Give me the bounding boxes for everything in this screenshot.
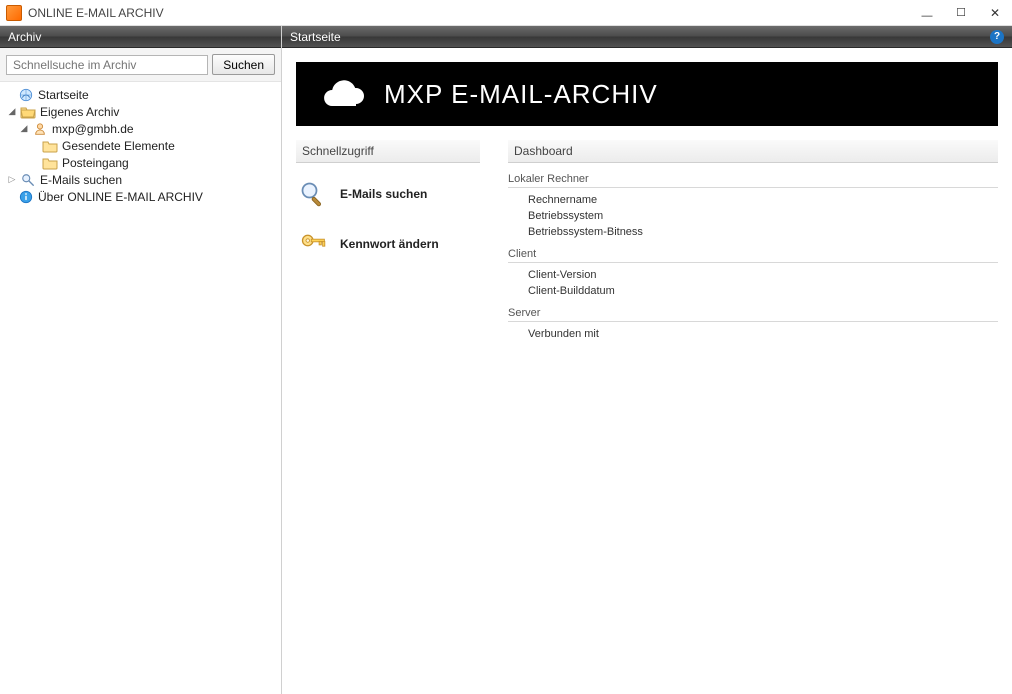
tree-item-search-mails[interactable]: ▷ E-Mails suchen (4, 171, 277, 188)
tree-label: mxp@gmbh.de (52, 122, 134, 136)
tree-label: Posteingang (62, 156, 129, 170)
tree-item-own-archive[interactable]: ◢ Eigenes Archiv (4, 103, 277, 120)
quick-access-heading: Schnellzugriff (296, 140, 480, 163)
dashboard-row-client-version: Client-Version (508, 267, 998, 283)
window-maximize-button[interactable] (944, 0, 978, 26)
tree-label: Gesendete Elemente (62, 139, 175, 153)
sidebar-header: Archiv (0, 26, 281, 48)
window-title: ONLINE E-MAIL ARCHIV (28, 6, 164, 20)
tree-item-account[interactable]: ◢ mxp@gmbh.de (4, 120, 277, 137)
dashboard-row-connected-with: Verbunden mit (508, 326, 998, 342)
expander-icon[interactable]: ▷ (6, 174, 18, 186)
key-icon (298, 229, 328, 259)
sidebar: Archiv Suchen Startseite ◢ (0, 26, 282, 694)
folder-open-icon (20, 104, 36, 120)
folder-icon (42, 155, 58, 171)
tree-item-start[interactable]: Startseite (4, 86, 277, 103)
dashboard-row-computer-name: Rechnername (508, 192, 998, 208)
dashboard-group-title: Lokaler Rechner (508, 171, 998, 188)
tree-label: E-Mails suchen (40, 173, 122, 187)
dashboard-group-server: Server Verbunden mit (508, 305, 998, 342)
app-icon (6, 5, 22, 21)
dashboard-row-client-build-date: Client-Builddatum (508, 283, 998, 299)
quick-access-panel: Schnellzugriff E-Mails suchen (296, 140, 480, 348)
product-banner: MXP E-MAIL-ARCHIV (296, 62, 998, 126)
main-heading: Startseite (290, 26, 341, 48)
folder-icon (42, 138, 58, 154)
dashboard-heading: Dashboard (508, 140, 998, 163)
window-controls (910, 0, 1012, 26)
archive-search-button[interactable]: Suchen (212, 54, 275, 75)
dashboard-panel: Dashboard Lokaler Rechner Rechnername Be… (508, 140, 998, 348)
dashboard-row-os-bitness: Betriebssystem-Bitness (508, 224, 998, 240)
quick-item-label: E-Mails suchen (340, 187, 427, 201)
dashboard-group-client: Client Client-Version Client-Builddatum (508, 246, 998, 299)
dashboard-group-local: Lokaler Rechner Rechnername Betriebssyst… (508, 171, 998, 240)
window-close-button[interactable] (978, 0, 1012, 26)
archive-search-input[interactable] (6, 55, 208, 75)
window-titlebar: ONLINE E-MAIL ARCHIV (0, 0, 1012, 26)
quick-item-label: Kennwort ändern (340, 237, 439, 251)
sidebar-search-row: Suchen (0, 48, 281, 82)
expander-icon[interactable]: ◢ (6, 106, 18, 118)
banner-title: MXP E-MAIL-ARCHIV (384, 79, 658, 110)
cloud-icon (320, 78, 366, 110)
main-header: Startseite ? (282, 26, 1012, 48)
sidebar-heading: Archiv (8, 26, 41, 48)
main-pane: Startseite ? MXP E-MAIL-ARCHIV Schnellzu… (282, 26, 1012, 694)
tree-label: Über ONLINE E-MAIL ARCHIV (38, 190, 203, 204)
dashboard-row-os: Betriebssystem (508, 208, 998, 224)
user-icon (32, 121, 48, 137)
expander-icon[interactable]: ◢ (18, 123, 30, 135)
tree-label: Eigenes Archiv (40, 105, 119, 119)
tree-item-sent[interactable]: Gesendete Elemente (4, 137, 277, 154)
tree-label: Startseite (38, 88, 89, 102)
tree-item-inbox[interactable]: Posteingang (4, 154, 277, 171)
magnifier-icon (298, 179, 328, 209)
info-icon (18, 189, 34, 205)
sidebar-tree: Startseite ◢ Eigenes Archiv ◢ (0, 82, 281, 209)
dashboard-group-title: Client (508, 246, 998, 263)
search-icon (20, 172, 36, 188)
quick-item-change-password[interactable]: Kennwort ändern (296, 221, 480, 271)
window-minimize-button[interactable] (910, 0, 944, 26)
help-icon[interactable]: ? (990, 30, 1004, 44)
quick-item-search-mails[interactable]: E-Mails suchen (296, 171, 480, 221)
dashboard-group-title: Server (508, 305, 998, 322)
tree-item-about[interactable]: Über ONLINE E-MAIL ARCHIV (4, 188, 277, 205)
home-icon (18, 87, 34, 103)
